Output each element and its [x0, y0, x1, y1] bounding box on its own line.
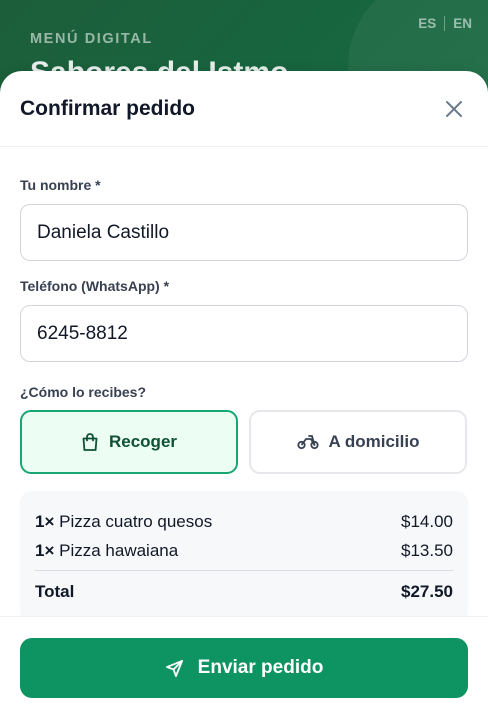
delivery-method-label: ¿Cómo lo recibes? [20, 384, 147, 400]
pickup-option-label: Recoger [108, 432, 178, 451]
send-order-button[interactable]: Enviar pedido [20, 638, 468, 698]
total-label: Total [35, 582, 75, 601]
order-item-desc: 1× Pizza cuatro quesos [35, 512, 212, 532]
item-name: Pizza cuatro quesos [59, 511, 213, 531]
delivery-option-label: A domicilio [328, 432, 420, 451]
name-label: Tu nombre * [20, 177, 101, 193]
delivery-option-button[interactable]: A domicilio [249, 410, 467, 474]
item-quantity: 1× [35, 540, 55, 560]
sheet-header: Confirmar pedido [0, 71, 488, 147]
send-icon [165, 659, 183, 677]
order-item-desc: 1× Pizza hawaiana [35, 541, 178, 561]
order-form: Tu nombre * Teléfono (WhatsApp) * ¿Cómo … [0, 177, 488, 623]
sheet-footer: Enviar pedido [0, 616, 488, 718]
phone-label: Teléfono (WhatsApp) * [20, 278, 170, 294]
close-button[interactable] [442, 97, 466, 121]
phone-input[interactable] [20, 305, 468, 362]
sheet-title: Confirmar pedido [20, 96, 196, 120]
order-summary: 1× Pizza cuatro quesos $14.00 1× Pizza h… [20, 491, 468, 623]
item-name: Pizza hawaiana [59, 540, 179, 560]
shopping-bag-icon [82, 433, 98, 451]
total-value: $27.50 [401, 582, 453, 601]
close-icon [446, 100, 462, 117]
scooter-icon [296, 435, 319, 450]
pickup-option-button[interactable]: Recoger [20, 410, 238, 474]
total-row: Total $27.50 [35, 575, 453, 609]
order-item-row: 1× Pizza hawaiana $13.50 [35, 536, 453, 565]
order-item-row: 1× Pizza cuatro quesos $14.00 [35, 507, 453, 536]
language-es[interactable]: ES [418, 16, 436, 31]
language-divider [444, 16, 446, 31]
item-price: $13.50 [401, 540, 453, 560]
confirm-order-sheet: Confirmar pedido Tu nombre * Teléfono (W… [0, 71, 488, 718]
item-price: $14.00 [401, 511, 453, 531]
header-kicker: MENÚ DIGITAL [30, 31, 153, 47]
send-order-label: Enviar pedido [197, 657, 324, 678]
item-quantity: 1× [35, 511, 55, 531]
language-switcher: ES EN [418, 16, 472, 31]
language-en[interactable]: EN [453, 16, 472, 31]
summary-divider [35, 570, 453, 571]
name-input[interactable] [20, 204, 468, 261]
delivery-method-options: Recoger A domicilio [20, 410, 468, 474]
